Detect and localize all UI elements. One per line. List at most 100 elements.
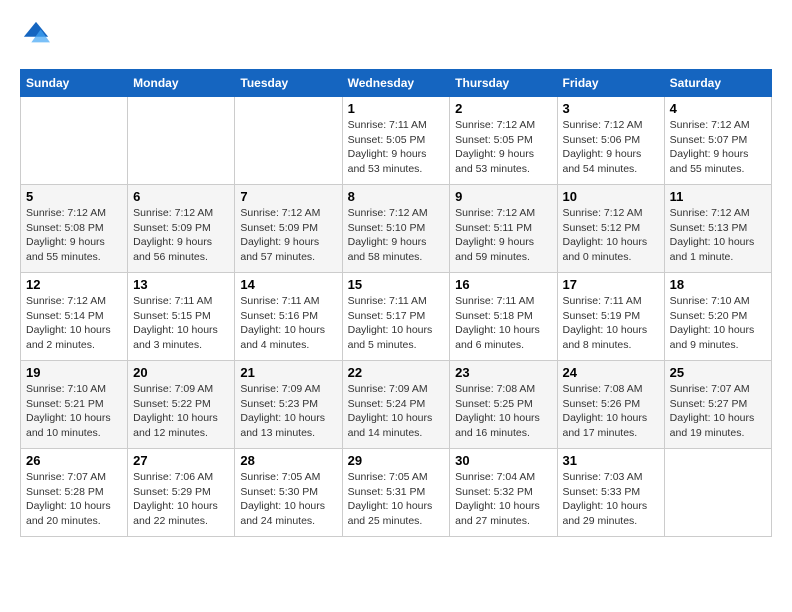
day-info: Sunrise: 7:12 AM Sunset: 5:11 PM Dayligh… [455,206,551,265]
day-info: Sunrise: 7:09 AM Sunset: 5:23 PM Dayligh… [240,382,336,441]
day-number: 30 [455,453,551,468]
day-info: Sunrise: 7:11 AM Sunset: 5:18 PM Dayligh… [455,294,551,353]
calendar-cell [21,97,128,185]
week-row: 1 Sunrise: 7:11 AM Sunset: 5:05 PM Daylig… [21,97,772,185]
day-number: 2 [455,101,551,116]
calendar-cell: 17 Sunrise: 7:11 AM Sunset: 5:19 PM Dayli… [557,273,664,361]
day-number: 3 [563,101,659,116]
calendar-cell: 8Sunrise: 7:12 AM Sunset: 5:10 PM Daylig… [342,185,450,273]
calendar-cell: 25 Sunrise: 7:07 AM Sunset: 5:27 PM Dayli… [664,361,771,449]
calendar-cell: 1 Sunrise: 7:11 AM Sunset: 5:05 PM Daylig… [342,97,450,185]
calendar-cell: 30 Sunrise: 7:04 AM Sunset: 5:32 PM Dayli… [450,449,557,537]
day-number: 22 [348,365,445,380]
day-number: 12 [26,277,122,292]
day-info: Sunrise: 7:12 AM Sunset: 5:07 PM Dayligh… [670,118,766,177]
week-row: 5 Sunrise: 7:12 AM Sunset: 5:08 PM Daylig… [21,185,772,273]
day-info: Sunrise: 7:12 AM Sunset: 5:06 PM Dayligh… [563,118,659,177]
day-of-week-header: Thursday [450,70,557,97]
day-info: Sunrise: 7:07 AM Sunset: 5:28 PM Dayligh… [26,470,122,529]
logo [20,20,54,53]
week-row: 26 Sunrise: 7:07 AM Sunset: 5:28 PM Dayli… [21,449,772,537]
calendar-cell: 15 Sunrise: 7:11 AM Sunset: 5:17 PM Dayli… [342,273,450,361]
calendar-cell: 4 Sunrise: 7:12 AM Sunset: 5:07 PM Daylig… [664,97,771,185]
day-number: 29 [348,453,445,468]
day-info: Sunrise: 7:08 AM Sunset: 5:26 PM Dayligh… [563,382,659,441]
day-number: 24 [563,365,659,380]
calendar-cell: 10 Sunrise: 7:12 AM Sunset: 5:12 PM Dayli… [557,185,664,273]
week-row: 12 Sunrise: 7:12 AM Sunset: 5:14 PM Dayli… [21,273,772,361]
calendar-cell: 28Sunrise: 7:05 AM Sunset: 5:30 PM Dayli… [235,449,342,537]
day-number: 26 [26,453,122,468]
day-number: 11 [670,189,766,204]
day-number: 13 [133,277,229,292]
day-of-week-header: Sunday [21,70,128,97]
calendar-cell: 7 Sunrise: 7:12 AM Sunset: 5:09 PM Daylig… [235,185,342,273]
day-number: 20 [133,365,229,380]
logo-icon [22,20,50,48]
calendar-cell: 18 Sunrise: 7:10 AM Sunset: 5:20 PM Dayli… [664,273,771,361]
calendar-cell: 19 Sunrise: 7:10 AM Sunset: 5:21 PM Dayli… [21,361,128,449]
calendar-cell: 13 Sunrise: 7:11 AM Sunset: 5:15 PM Dayli… [128,273,235,361]
calendar-cell [664,449,771,537]
calendar-cell: 5 Sunrise: 7:12 AM Sunset: 5:08 PM Daylig… [21,185,128,273]
day-number: 21 [240,365,336,380]
calendar-cell: 22 Sunrise: 7:09 AM Sunset: 5:24 PM Dayli… [342,361,450,449]
week-row: 19 Sunrise: 7:10 AM Sunset: 5:21 PM Dayli… [21,361,772,449]
day-info: Sunrise: 7:11 AM Sunset: 5:15 PM Dayligh… [133,294,229,353]
day-info: Sunrise: 7:05 AM Sunset: 5:30 PM Dayligh… [240,470,336,529]
calendar-cell: 26 Sunrise: 7:07 AM Sunset: 5:28 PM Dayli… [21,449,128,537]
calendar-header-row: SundayMondayTuesdayWednesdayThursdayFrid… [21,70,772,97]
calendar-cell: 24 Sunrise: 7:08 AM Sunset: 5:26 PM Dayli… [557,361,664,449]
day-info: Sunrise: 7:11 AM Sunset: 5:17 PM Dayligh… [348,294,445,353]
calendar-cell: 20 Sunrise: 7:09 AM Sunset: 5:22 PM Dayli… [128,361,235,449]
day-info: Sunrise: 7:10 AM Sunset: 5:21 PM Dayligh… [26,382,122,441]
day-number: 15 [348,277,445,292]
calendar-cell: 2 Sunrise: 7:12 AM Sunset: 5:05 PM Daylig… [450,97,557,185]
calendar-cell: 29Sunrise: 7:05 AM Sunset: 5:31 PM Dayli… [342,449,450,537]
day-of-week-header: Saturday [664,70,771,97]
day-of-week-header: Monday [128,70,235,97]
day-number: 18 [670,277,766,292]
calendar-table: SundayMondayTuesdayWednesdayThursdayFrid… [20,69,772,537]
calendar-cell: 3 Sunrise: 7:12 AM Sunset: 5:06 PM Daylig… [557,97,664,185]
calendar-cell: 14Sunrise: 7:11 AM Sunset: 5:16 PM Dayli… [235,273,342,361]
day-number: 5 [26,189,122,204]
calendar-cell: 9Sunrise: 7:12 AM Sunset: 5:11 PM Daylig… [450,185,557,273]
day-info: Sunrise: 7:09 AM Sunset: 5:24 PM Dayligh… [348,382,445,441]
day-info: Sunrise: 7:12 AM Sunset: 5:09 PM Dayligh… [133,206,229,265]
calendar-cell [128,97,235,185]
day-info: Sunrise: 7:12 AM Sunset: 5:14 PM Dayligh… [26,294,122,353]
day-info: Sunrise: 7:12 AM Sunset: 5:08 PM Dayligh… [26,206,122,265]
day-number: 1 [348,101,445,116]
day-number: 4 [670,101,766,116]
day-info: Sunrise: 7:04 AM Sunset: 5:32 PM Dayligh… [455,470,551,529]
day-of-week-header: Tuesday [235,70,342,97]
day-number: 16 [455,277,551,292]
day-info: Sunrise: 7:09 AM Sunset: 5:22 PM Dayligh… [133,382,229,441]
calendar-cell: 23Sunrise: 7:08 AM Sunset: 5:25 PM Dayli… [450,361,557,449]
day-number: 25 [670,365,766,380]
day-number: 7 [240,189,336,204]
day-number: 6 [133,189,229,204]
day-info: Sunrise: 7:07 AM Sunset: 5:27 PM Dayligh… [670,382,766,441]
day-info: Sunrise: 7:11 AM Sunset: 5:16 PM Dayligh… [240,294,336,353]
calendar-cell [235,97,342,185]
day-info: Sunrise: 7:10 AM Sunset: 5:20 PM Dayligh… [670,294,766,353]
calendar-cell: 11 Sunrise: 7:12 AM Sunset: 5:13 PM Dayli… [664,185,771,273]
calendar-cell: 16 Sunrise: 7:11 AM Sunset: 5:18 PM Dayli… [450,273,557,361]
day-of-week-header: Friday [557,70,664,97]
day-number: 19 [26,365,122,380]
day-info: Sunrise: 7:11 AM Sunset: 5:19 PM Dayligh… [563,294,659,353]
day-info: Sunrise: 7:12 AM Sunset: 5:12 PM Dayligh… [563,206,659,265]
day-number: 8 [348,189,445,204]
day-info: Sunrise: 7:12 AM Sunset: 5:09 PM Dayligh… [240,206,336,265]
day-info: Sunrise: 7:12 AM Sunset: 5:05 PM Dayligh… [455,118,551,177]
day-number: 31 [563,453,659,468]
calendar-cell: 27Sunrise: 7:06 AM Sunset: 5:29 PM Dayli… [128,449,235,537]
day-number: 17 [563,277,659,292]
day-info: Sunrise: 7:12 AM Sunset: 5:13 PM Dayligh… [670,206,766,265]
day-info: Sunrise: 7:11 AM Sunset: 5:05 PM Dayligh… [348,118,445,177]
day-number: 10 [563,189,659,204]
calendar-cell: 31Sunrise: 7:03 AM Sunset: 5:33 PM Dayli… [557,449,664,537]
calendar-cell: 6 Sunrise: 7:12 AM Sunset: 5:09 PM Daylig… [128,185,235,273]
